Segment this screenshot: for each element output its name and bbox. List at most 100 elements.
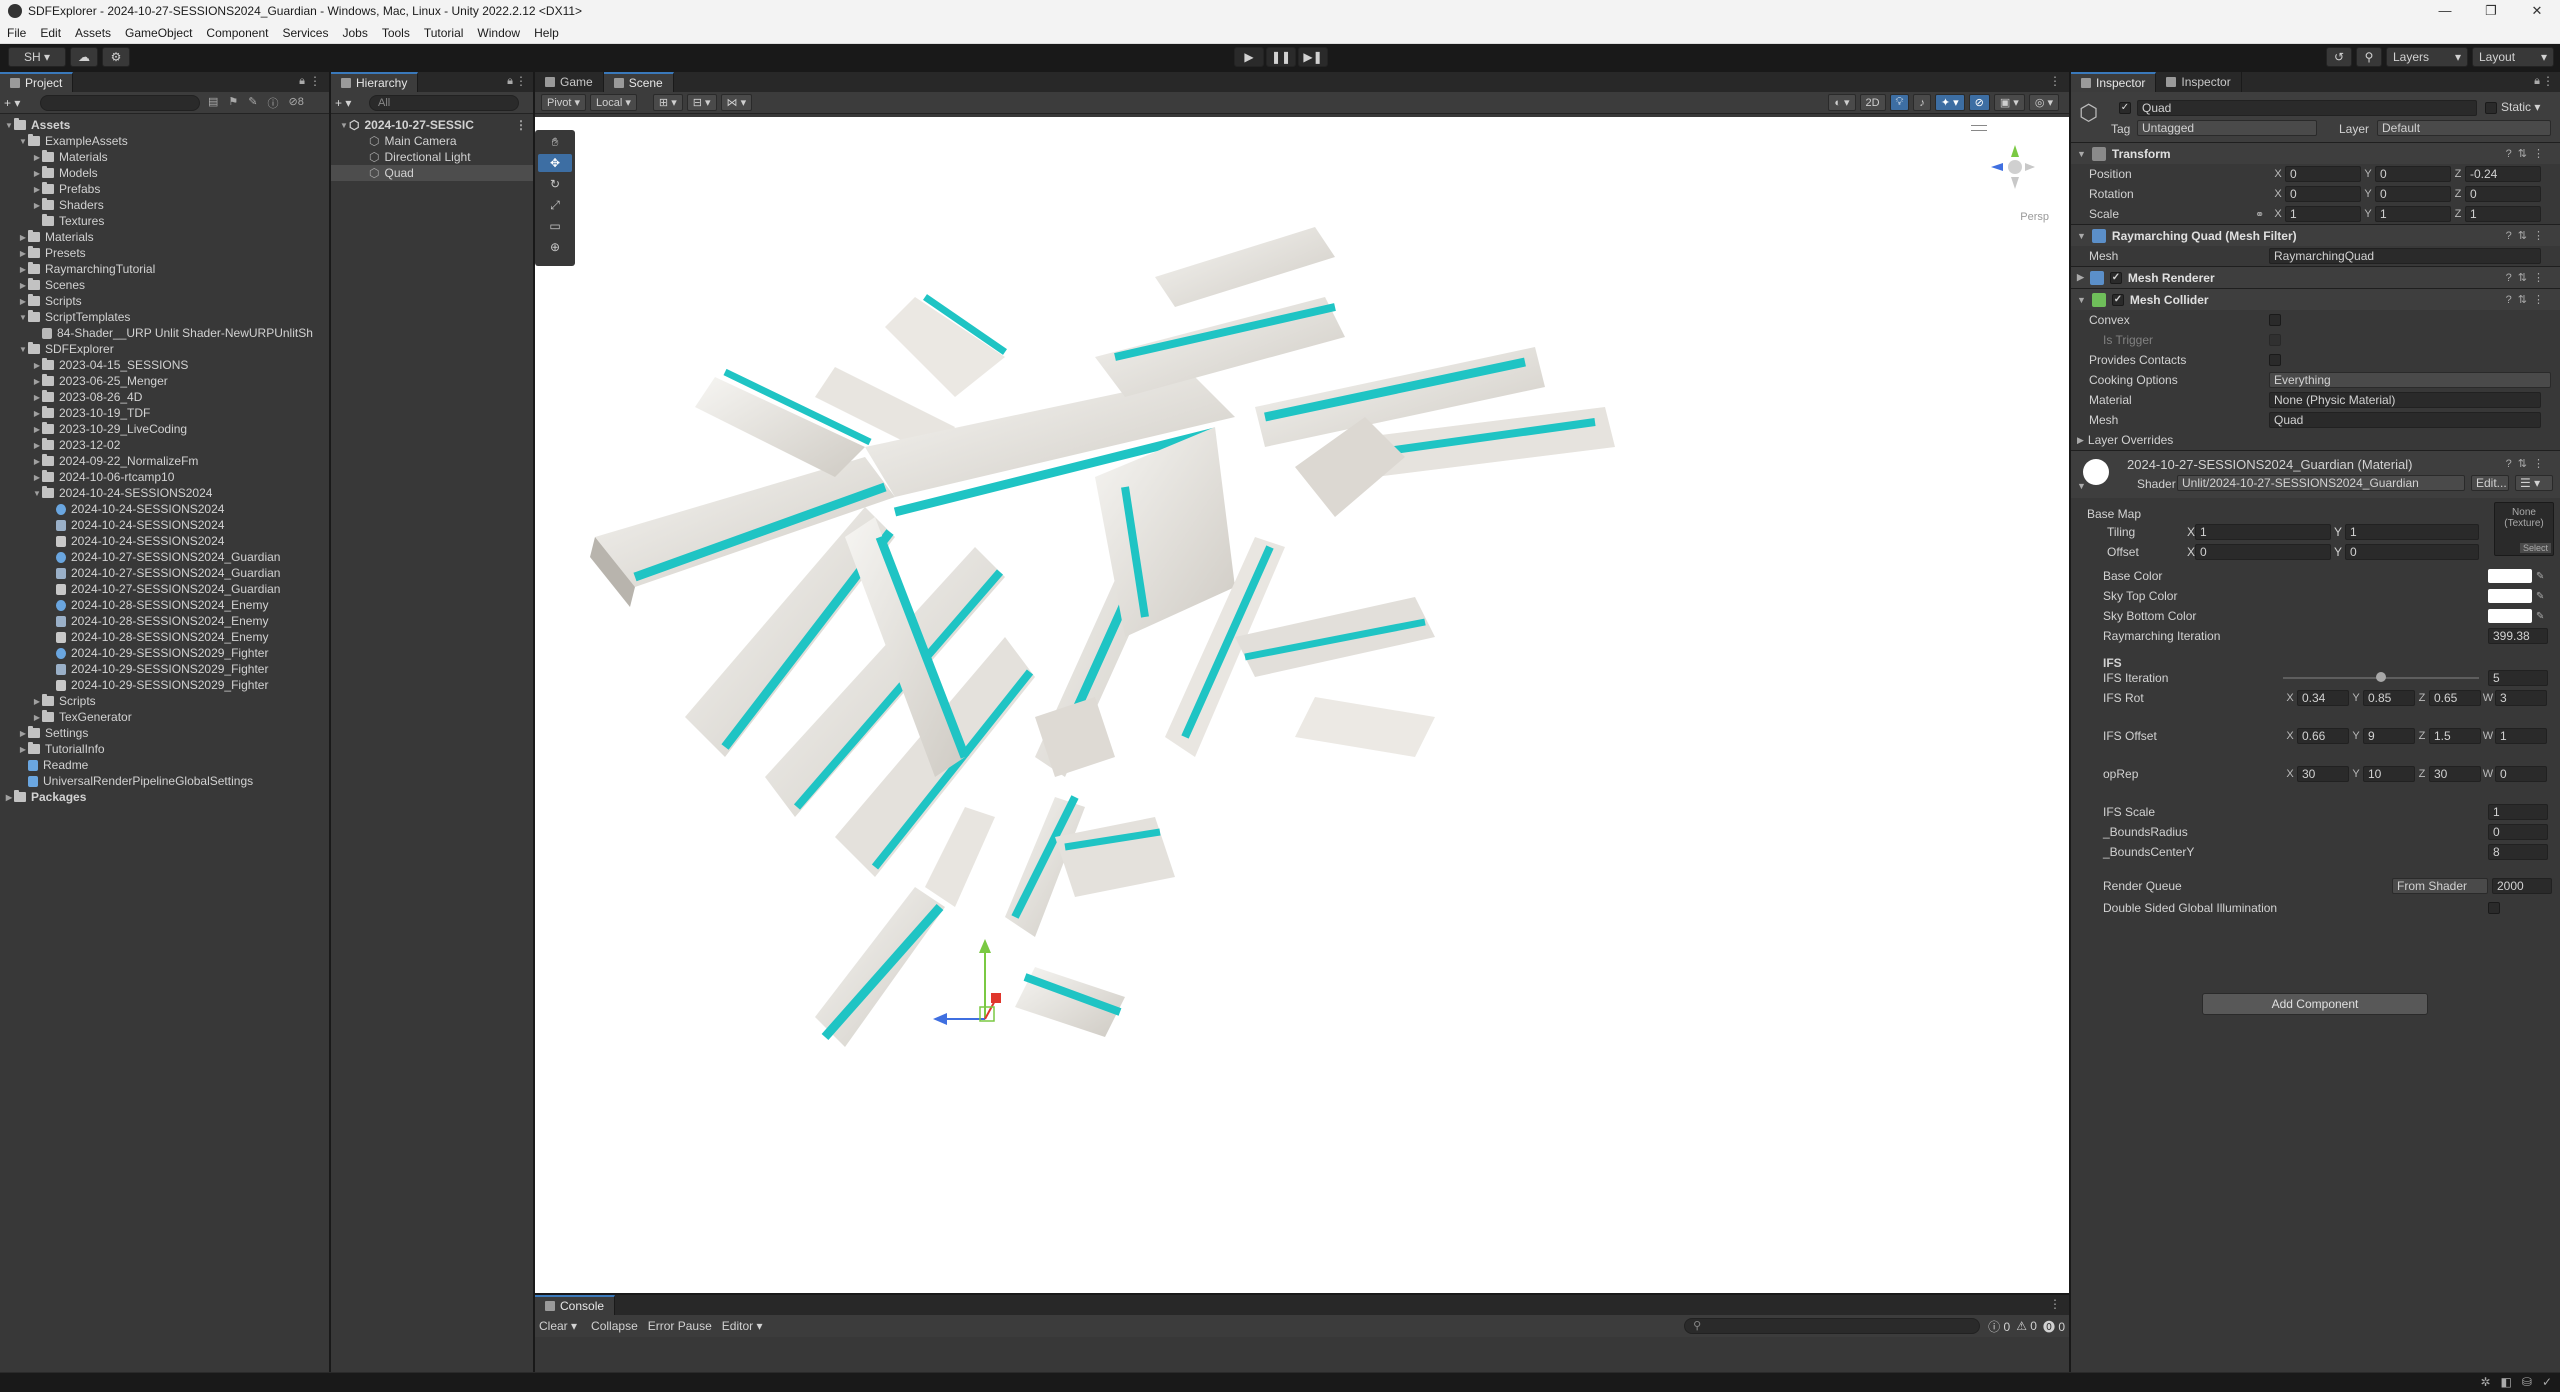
- slider-thumb[interactable]: [2376, 672, 2386, 682]
- project-folder[interactable]: ▶ RaymarchingTutorial: [0, 261, 329, 277]
- tab-scene[interactable]: Scene: [603, 72, 674, 92]
- menu-item-file[interactable]: File: [0, 26, 33, 40]
- ifs-iteration-slider[interactable]: [2283, 672, 2479, 682]
- lighting-icon[interactable]: 💡︎: [1889, 94, 1910, 111]
- more-options-icon[interactable]: ⋮: [309, 74, 321, 88]
- expand-arrow-icon[interactable]: ▼: [339, 121, 349, 130]
- bounds-centery-field[interactable]: 8: [2488, 844, 2548, 860]
- component-menu-icons[interactable]: ?⇅⋮: [2506, 293, 2550, 306]
- expand-arrow-icon[interactable]: ▶: [2077, 435, 2084, 446]
- expand-arrow-icon[interactable]: ▶: [32, 457, 42, 466]
- project-asset[interactable]: 2024-10-27-SESSIONS2024_Guardian: [0, 581, 329, 597]
- sky-top-color-swatch[interactable]: [2488, 589, 2532, 603]
- expand-arrow-icon[interactable]: ▶: [18, 265, 28, 274]
- scene-viewport[interactable]: Persp: [535, 117, 2069, 1293]
- expand-arrow-icon[interactable]: ▶: [32, 393, 42, 402]
- ifs-rot-y-field[interactable]: 0.85: [2363, 690, 2415, 706]
- lock-icon[interactable]: 🔒︎: [507, 75, 513, 88]
- expand-arrow-icon[interactable]: ▼: [32, 489, 42, 498]
- project-folder[interactable]: ▶ 2023-08-26_4D: [0, 389, 329, 405]
- expand-arrow-icon[interactable]: ▶: [18, 729, 28, 738]
- ifs-rot-x-field[interactable]: 0.34: [2297, 690, 2349, 706]
- warning-count[interactable]: ⚠ 0: [2016, 1319, 2037, 1333]
- expand-arrow-icon[interactable]: ▶: [18, 745, 28, 754]
- project-asset[interactable]: Readme: [0, 757, 329, 773]
- pivot-dropdown[interactable]: Pivot ▾: [541, 94, 587, 111]
- project-folder[interactable]: ▶ Presets: [0, 245, 329, 261]
- bounds-radius-field[interactable]: 0: [2488, 824, 2548, 840]
- collab-icon[interactable]: ⚙: [102, 47, 130, 67]
- project-folder[interactable]: ▶ Prefabs: [0, 181, 329, 197]
- project-asset[interactable]: 2024-10-29-SESSIONS2029_Fighter: [0, 661, 329, 677]
- gizmo-x-handle[interactable]: [991, 993, 1001, 1003]
- log-count[interactable]: ⓘ 0: [1988, 1318, 2010, 1335]
- expand-arrow-icon[interactable]: ▶: [32, 169, 42, 178]
- project-asset[interactable]: 2024-10-28-SESSIONS2024_Enemy: [0, 613, 329, 629]
- minimize-button[interactable]: —: [2422, 0, 2468, 22]
- ifs-rot-w-field[interactable]: 3: [2495, 690, 2547, 706]
- project-folder[interactable]: ▶ 2023-10-19_TDF: [0, 405, 329, 421]
- project-folder[interactable]: ▶ Scripts: [0, 693, 329, 709]
- transform-header[interactable]: ▼ Transform ?⇅⋮: [2071, 142, 2560, 164]
- scene-menu-icon[interactable]: [1971, 125, 1987, 131]
- filter-pin-icon[interactable]: ✎: [248, 95, 257, 111]
- menu-item-help[interactable]: Help: [527, 26, 566, 40]
- project-search-input[interactable]: [40, 94, 200, 111]
- ray-iteration-field[interactable]: 399.38: [2488, 628, 2548, 644]
- undo-history-icon[interactable]: ↺: [2326, 47, 2352, 67]
- menu-item-jobs[interactable]: Jobs: [335, 26, 374, 40]
- provides-contacts-checkbox[interactable]: [2269, 354, 2281, 366]
- project-folder[interactable]: ▶ TexGenerator: [0, 709, 329, 725]
- project-folder[interactable]: ▶ Packages: [0, 789, 329, 805]
- editor-dropdown[interactable]: Editor ▾: [722, 1319, 763, 1333]
- menu-item-gameobject[interactable]: GameObject: [118, 26, 199, 40]
- more-options-icon[interactable]: ⋮: [515, 74, 527, 88]
- ifs-offset-w-field[interactable]: 1: [2495, 728, 2547, 744]
- eyedropper-icon[interactable]: ✎: [2536, 571, 2544, 582]
- debug-icon[interactable]: ✲: [2480, 1375, 2490, 1389]
- project-folder[interactable]: Textures: [0, 213, 329, 229]
- layers-dropdown[interactable]: Layers ▾: [2386, 47, 2468, 67]
- rotation-x-field[interactable]: 0: [2285, 186, 2361, 202]
- gizmo-neg-y-cone[interactable]: [2011, 177, 2019, 189]
- more-options-icon[interactable]: ⋮: [2542, 74, 2554, 88]
- project-folder[interactable]: ▶ Scenes: [0, 277, 329, 293]
- grid-visibility-icon[interactable]: ⊟ ▾: [686, 94, 717, 111]
- lock-icon[interactable]: 🔒︎: [299, 75, 305, 88]
- mesh-object-field[interactable]: RaymarchingQuad: [2269, 248, 2541, 264]
- project-folder[interactable]: ▶ 2023-10-29_LiveCoding: [0, 421, 329, 437]
- hidden-packages-icon[interactable]: ⊘8: [289, 95, 304, 111]
- oprep-y-field[interactable]: 10: [2363, 766, 2415, 782]
- project-folder[interactable]: ▼ Assets: [0, 117, 329, 133]
- ifs-scale-field[interactable]: 1: [2488, 804, 2548, 820]
- expand-arrow-icon[interactable]: ▶: [32, 409, 42, 418]
- play-button[interactable]: ▶: [1234, 47, 1264, 67]
- audio-icon[interactable]: ♪: [1913, 94, 1931, 111]
- expand-arrow-icon[interactable]: ▶: [32, 473, 42, 482]
- sky-bottom-color-swatch[interactable]: [2488, 609, 2532, 623]
- expand-arrow-icon[interactable]: ▶: [32, 713, 42, 722]
- add-component-button[interactable]: Add Component: [2202, 993, 2428, 1015]
- expand-arrow-icon[interactable]: ▶: [32, 425, 42, 434]
- expand-arrow-icon[interactable]: ▼: [18, 313, 28, 322]
- gizmo-neg-x-cone[interactable]: [2025, 163, 2035, 171]
- tab-inspector-2[interactable]: Inspector: [2156, 72, 2242, 92]
- shader-edit-button[interactable]: Edit...: [2471, 475, 2509, 491]
- mesh-renderer-checkbox[interactable]: ✓: [2109, 271, 2122, 284]
- more-options-icon[interactable]: ⋮: [2049, 74, 2061, 88]
- gizmo-z-cone[interactable]: [1991, 163, 2003, 171]
- ifs-iteration-field[interactable]: 5: [2488, 670, 2548, 686]
- project-folder[interactable]: ▶ Scripts: [0, 293, 329, 309]
- project-asset[interactable]: 2024-10-28-SESSIONS2024_Enemy: [0, 597, 329, 613]
- physic-material-field[interactable]: None (Physic Material): [2269, 392, 2541, 408]
- tiling-y-field[interactable]: 1: [2345, 524, 2480, 540]
- oprep-w-field[interactable]: 0: [2495, 766, 2547, 782]
- ifs-offset-x-field[interactable]: 0.66: [2297, 728, 2349, 744]
- menu-item-edit[interactable]: Edit: [33, 26, 68, 40]
- expand-arrow-icon[interactable]: ▶: [18, 249, 28, 258]
- offset-y-field[interactable]: 0: [2345, 544, 2480, 560]
- active-checkbox[interactable]: ✓: [2119, 102, 2131, 114]
- link-icon[interactable]: ⚭: [2255, 208, 2271, 221]
- hierarchy-item-selected[interactable]: ⬡ Quad: [331, 165, 533, 181]
- project-asset[interactable]: 2024-10-27-SESSIONS2024_Guardian: [0, 549, 329, 565]
